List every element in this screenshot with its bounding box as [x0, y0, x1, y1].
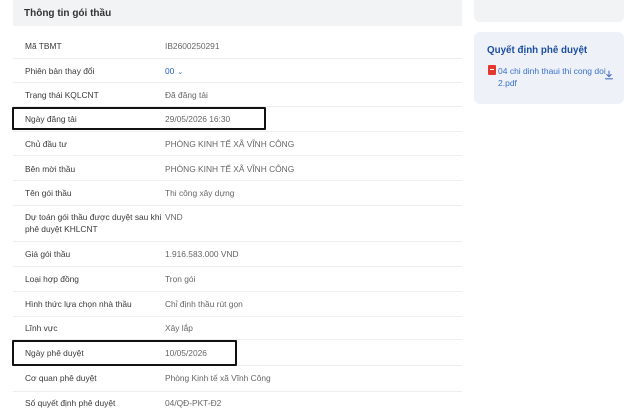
row-value: Đã đăng tải	[165, 90, 208, 100]
row-investor: Chủ đầu tư PHÒNG KINH TẾ XÃ VĨNH CÔNG	[13, 132, 462, 156]
row-version: Phiên bản thay đổi 00 ⌄	[13, 59, 462, 83]
row-decision-number: Số quyết định phê duyệt 04/QĐ-PKT-Đ2	[13, 392, 462, 412]
download-icon[interactable]	[604, 70, 614, 80]
row-approval-agency: Cơ quan phê duyệt Phòng Kinh tế xã Vĩnh …	[13, 366, 462, 392]
row-value: 1.916.583.000 VND	[165, 249, 239, 259]
version-select[interactable]: 00 ⌄	[165, 65, 183, 79]
approval-decision-card: Quyết định phê duyệt 04 chi dinh thaui t…	[474, 32, 624, 104]
row-label: Dự toán gói thầu được duyệt sau khi phê d…	[25, 211, 170, 235]
row-label: Cơ quan phê duyệt	[25, 373, 97, 383]
row-label: Giá gói thầu	[25, 249, 71, 259]
row-label: Lĩnh vực	[25, 323, 58, 333]
pdf-icon	[488, 65, 496, 75]
row-label: Tên gói thầu	[25, 188, 72, 198]
row-package-price: Giá gói thầu 1.916.583.000 VND	[13, 242, 462, 267]
chevron-down-icon: ⌄	[177, 69, 184, 76]
row-selection-method: Hình thức lựa chọn nhà thầu Chỉ định thầ…	[13, 292, 462, 317]
attachment-name-line2: 2.pdf	[498, 78, 517, 88]
row-package-name: Tên gói thầu Thi công xây dựng	[13, 181, 462, 206]
row-ma-tbmt: Mã TBMT IB2600250291	[13, 30, 462, 59]
row-value: 04/QĐ-PKT-Đ2	[165, 398, 222, 408]
row-label: Chủ đầu tư	[25, 139, 67, 149]
section-title: Thông tin gói thầu	[13, 0, 462, 26]
row-label: Mã TBMT	[25, 41, 62, 51]
row-value: Xây lắp	[165, 323, 193, 333]
row-label: Số quyết định phê duyệt	[25, 398, 116, 408]
row-inviting-party: Bên mời thầu PHÒNG KINH TẾ XÃ VĨNH CÔNG	[13, 156, 462, 181]
row-value: Trọn gói	[165, 274, 196, 284]
row-contract-type: Loại hợp đồng Trọn gói	[13, 267, 462, 292]
row-field: Lĩnh vực Xây lắp	[13, 317, 462, 340]
row-label: Trạng thái KQLCNT	[25, 90, 99, 100]
version-value: 00	[165, 66, 175, 76]
row-value: Phòng Kinh tế xã Vĩnh Công	[165, 373, 271, 383]
row-status: Trạng thái KQLCNT Đã đăng tải	[13, 83, 462, 107]
row-value: PHÒNG KINH TẾ XÃ VĨNH CÔNG	[165, 164, 295, 174]
row-value: PHÒNG KINH TẾ XÃ VĨNH CÔNG	[165, 139, 295, 149]
row-estimate: Dự toán gói thầu được duyệt sau khi phê d…	[13, 206, 462, 242]
card-title: Quyết định phê duyệt	[487, 45, 588, 56]
highlight-box	[12, 340, 237, 366]
row-label-line2: phê duyệt KHLCNT	[25, 224, 98, 234]
row-label: Phiên bản thay đổi	[25, 66, 95, 76]
row-value: Thi công xây dựng	[165, 188, 235, 198]
row-value: Chỉ định thầu rút gọn	[165, 299, 243, 309]
row-label-line1: Dự toán gói thầu được duyệt sau khi	[25, 212, 162, 222]
attachment-name-line1: 04 chi dinh thaui thi cong doi	[498, 66, 606, 76]
highlight-box	[12, 107, 266, 130]
row-label: Bên mời thầu	[25, 164, 76, 174]
row-value: IB2600250291	[165, 41, 220, 51]
row-label: Hình thức lựa chọn nhà thầu	[25, 299, 132, 309]
row-label: Loại hợp đồng	[25, 274, 79, 284]
sidebar-top-panel	[474, 0, 624, 22]
row-value: VND	[165, 212, 183, 222]
attachment-link[interactable]: 04 chi dinh thaui thi cong doi 2.pdf	[488, 65, 608, 89]
